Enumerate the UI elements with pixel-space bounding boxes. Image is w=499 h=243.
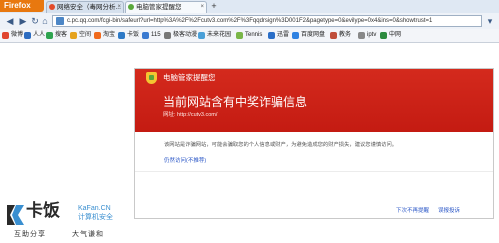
- warning-headline: 当前网站含有中奖诈骗信息: [163, 95, 308, 109]
- watermark-domain: KaFan.CN: [78, 205, 111, 212]
- firefox-menu-button[interactable]: Firefox: [0, 0, 44, 12]
- bookmark-item[interactable]: Tennis: [236, 30, 262, 41]
- bookmark-icon: [70, 32, 77, 39]
- favicon-icon: [49, 4, 55, 10]
- tab-network-security[interactable]: 网络安全（毒网分析... ×: [46, 1, 124, 13]
- warning-description: 该网站是诈骗网站，可能会骗取您的个人信息或财产，为避免造成您的财产损失，建议您谨…: [164, 142, 398, 148]
- tab-label: 电脑管家提醒您: [136, 4, 182, 11]
- divider: [135, 171, 493, 172]
- bookmark-icon: [268, 32, 275, 39]
- bookmark-icon: [94, 32, 101, 39]
- favicon-icon: [128, 4, 134, 10]
- reload-icon[interactable]: ↻: [30, 15, 40, 27]
- bookmark-item[interactable]: 空间: [70, 30, 91, 41]
- bookmark-icon: [358, 32, 365, 39]
- bookmark-item[interactable]: 迅雷: [268, 30, 289, 41]
- dropdown-arrow-icon[interactable]: ▾: [484, 15, 496, 27]
- bookmark-icon: [46, 32, 53, 39]
- bookmark-icon: [330, 32, 337, 39]
- kafan-logo-icon: [7, 205, 24, 225]
- bookmark-icon: [142, 32, 149, 39]
- bookmark-item[interactable]: 人人: [24, 30, 45, 41]
- watermark-subtitle: 计算机安全: [78, 214, 113, 221]
- tab-label: 网络安全（毒网分析...: [57, 4, 121, 11]
- bookmark-icon: [164, 32, 171, 39]
- warning-url: 网址: http://cutv3.com/: [163, 112, 218, 118]
- bookmark-item[interactable]: 微博: [2, 30, 23, 41]
- bookmark-item[interactable]: 搜客: [46, 30, 67, 41]
- bookmark-item[interactable]: 百度网盘: [292, 30, 325, 41]
- tab-pc-manager[interactable]: 电脑管家提醒您 ×: [125, 1, 207, 13]
- bookmark-item[interactable]: 卡饭: [118, 30, 139, 41]
- close-tab-icon[interactable]: ×: [200, 2, 204, 13]
- bookmark-item[interactable]: 极客动漫: [164, 30, 197, 41]
- watermark-slogan-right: 大气谦和: [72, 231, 104, 238]
- bookmark-icon: [118, 32, 125, 39]
- bookmark-icon: [380, 32, 387, 39]
- site-identity-icon[interactable]: [56, 17, 64, 25]
- bookmark-item[interactable]: iptv: [358, 30, 376, 41]
- bookmark-icon: [2, 32, 9, 39]
- bookmark-item[interactable]: 淘宝: [94, 30, 115, 41]
- continue-visit-link[interactable]: 仍然访问(不推荐): [164, 157, 206, 166]
- bookmark-item[interactable]: 中网: [380, 30, 401, 41]
- watermark-title: 卡饭: [26, 201, 60, 220]
- brand-label: 电脑管家提醒您: [163, 73, 216, 82]
- bookmark-icon: [292, 32, 299, 39]
- shield-check-icon: [149, 75, 154, 80]
- forward-arrow-icon[interactable]: ▶: [18, 15, 28, 27]
- bookmark-icon: [198, 32, 205, 39]
- url-input[interactable]: c.pc.qq.com/fcgi-bin/safeurl?url=http%3A…: [52, 15, 482, 27]
- report-false-positive-link[interactable]: 误报投诉: [438, 207, 460, 216]
- back-arrow-icon[interactable]: ◀: [4, 15, 16, 27]
- new-tab-button[interactable]: +: [209, 2, 219, 12]
- bookmark-icon: [24, 32, 31, 39]
- bookmark-item[interactable]: 未来花园: [198, 30, 231, 41]
- no-remind-link[interactable]: 下次不再提醒: [396, 207, 429, 216]
- watermark-slogan-left: 互助分享: [14, 231, 46, 238]
- bookmark-icon: [236, 32, 243, 39]
- home-icon[interactable]: ⌂: [40, 15, 50, 27]
- bookmark-item[interactable]: 115: [142, 30, 161, 41]
- bookmark-item[interactable]: 教务: [330, 30, 351, 41]
- close-tab-icon[interactable]: ×: [117, 2, 121, 13]
